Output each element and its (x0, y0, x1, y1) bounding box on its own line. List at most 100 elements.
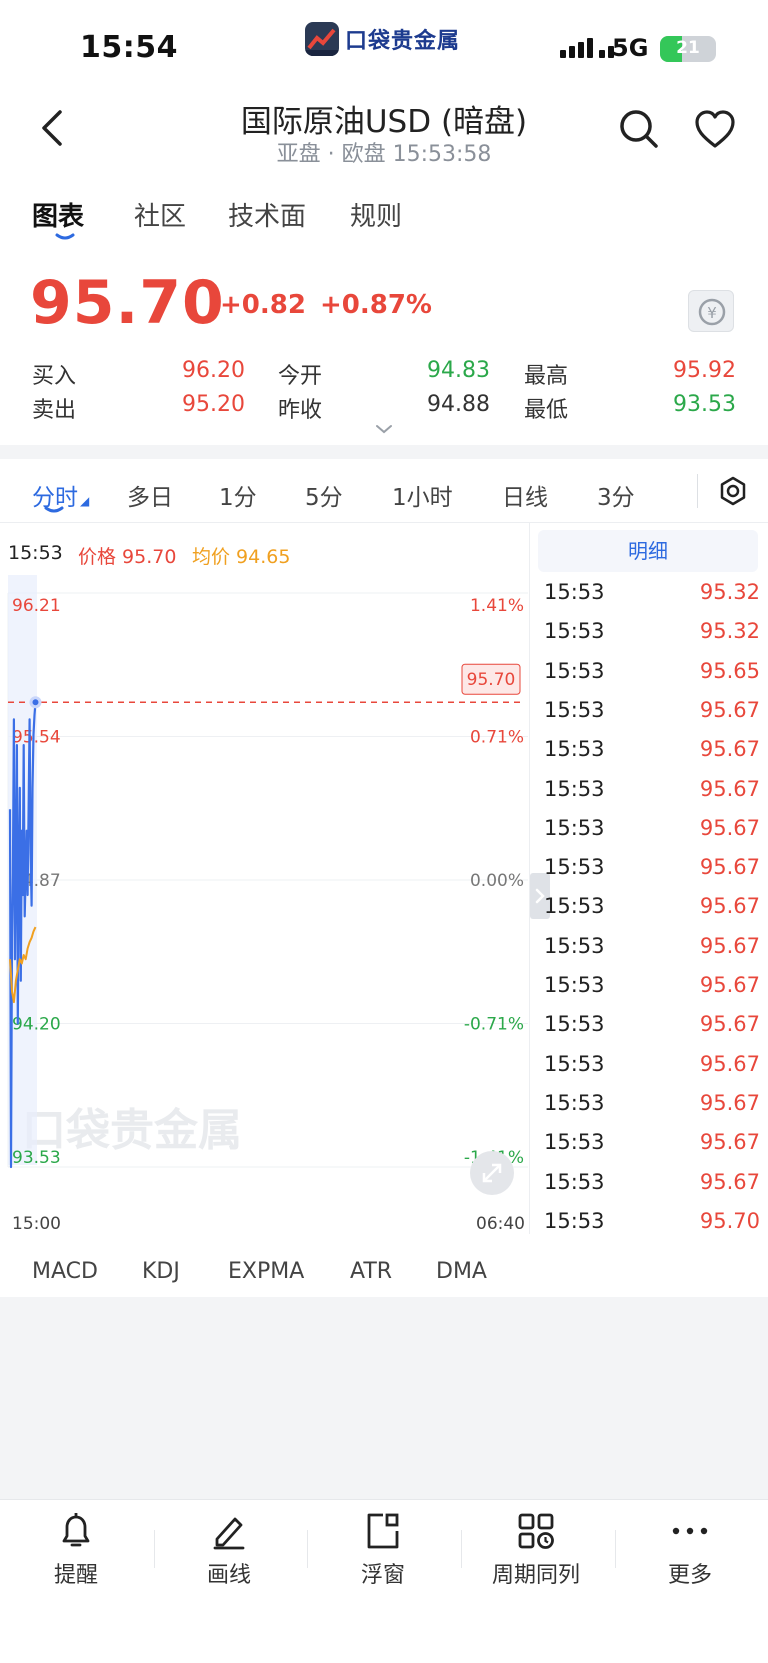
trade-time: 15:53 (544, 658, 605, 683)
trade-price: 95.67 (699, 973, 760, 997)
period-tab-3min[interactable]: 3分 (597, 478, 635, 512)
status-time: 15:54 (80, 30, 178, 65)
trade-price: 95.67 (699, 855, 760, 880)
tab-community[interactable]: 社区 (134, 196, 186, 233)
period-tab-5min[interactable]: 5分 (305, 478, 343, 512)
trade-price: 95.32 (699, 619, 760, 644)
period-tabs-divider (697, 474, 698, 508)
trade-time: 15:53 (544, 1169, 605, 1194)
trade-price: 95.67 (699, 1169, 760, 1194)
trade-row: 15:53 95.67 (544, 973, 760, 1012)
y-tick-right: 0.00% (470, 871, 524, 891)
last-price-dot (29, 696, 42, 709)
alert-label: 提醒 (53, 1563, 98, 1588)
last-price: 95.70 (30, 268, 225, 338)
open-label: 今开 (278, 364, 323, 389)
y-tick-right: 1.41% (470, 596, 524, 616)
trade-time: 15:53 (544, 855, 605, 880)
trade-price: 95.32 (699, 580, 760, 604)
bell-icon (62, 1513, 90, 1547)
trade-price: 95.67 (699, 815, 760, 840)
heart-icon (695, 110, 735, 148)
indicator-expma[interactable]: EXPMA (228, 1259, 304, 1284)
trade-row: 15:53 95.32 (544, 619, 760, 658)
high-label: 最高 (524, 364, 569, 389)
trade-row: 15:53 95.67 (544, 777, 760, 816)
currency-convert-button[interactable]: ¥ (688, 290, 734, 332)
intraday-chart[interactable]: 口袋贵金属 96.2195.5494.8794.2093.53 1.41%0.7… (0, 575, 530, 1240)
indicator-atr[interactable]: ATR (350, 1259, 392, 1284)
more-button[interactable]: 更多 (630, 1511, 750, 1589)
app-logo: 口袋贵金属 (305, 22, 460, 56)
prev-close-value: 94.88 (427, 392, 490, 417)
trade-price: 95.67 (699, 1051, 760, 1076)
draw-line-button[interactable]: 画线 (169, 1511, 289, 1589)
trade-price: 95.70 (699, 1208, 760, 1233)
trade-row: 15:53 95.67 (544, 1052, 760, 1091)
y-tick-left: 95.54 (12, 728, 61, 748)
trade-time: 15:53 (544, 933, 605, 958)
trade-price: 95.67 (699, 1012, 760, 1037)
sell-value: 95.20 (182, 392, 245, 417)
grid-clock-icon (518, 1513, 554, 1549)
y-tick-right: 0.71% (470, 728, 524, 748)
trade-row: 15:53 95.67 (544, 1170, 760, 1209)
tab-rules[interactable]: 规则 (350, 196, 402, 233)
trade-time: 15:53 (544, 894, 605, 919)
detail-header-tab[interactable]: 明细 (538, 530, 758, 572)
crosshair-avg-price: 均价 94.65 (192, 546, 291, 568)
alert-button[interactable]: 提醒 (16, 1511, 136, 1589)
toolbar-divider (154, 1530, 155, 1568)
caret-down-icon: ◢ (80, 494, 90, 508)
period-tab-multiday[interactable]: 多日 (127, 478, 173, 512)
indicator-dma[interactable]: DMA (436, 1259, 487, 1284)
pencil-icon (213, 1517, 245, 1550)
favorite-button[interactable] (694, 110, 736, 150)
tab-chart[interactable]: 图表 (32, 196, 84, 233)
trade-time: 15:53 (544, 973, 605, 997)
chart-settings-button[interactable] (718, 476, 748, 506)
buy-label: 买入 (32, 364, 77, 389)
signal-icon (560, 38, 614, 58)
indicator-kdj[interactable]: KDJ (142, 1259, 180, 1284)
section-divider (0, 445, 768, 459)
period-tab-daily[interactable]: 日线 (502, 478, 548, 512)
trade-price: 95.67 (699, 1130, 760, 1155)
float-window-button[interactable]: 浮窗 (323, 1511, 443, 1589)
period-tab-1hour[interactable]: 1小时 (392, 478, 453, 512)
trade-price: 95.67 (699, 1090, 760, 1115)
period-compare-button[interactable]: 周期同列 (476, 1511, 596, 1589)
trade-row: 15:53 95.67 (544, 1091, 760, 1130)
crosshair-time: 15:53 (8, 542, 63, 564)
trade-price: 95.65 (699, 658, 760, 683)
y-tick-left: 96.21 (12, 596, 61, 616)
logo-mark-icon (305, 22, 339, 56)
sell-label: 卖出 (32, 398, 77, 423)
buy-value: 96.20 (182, 358, 245, 383)
open-value: 94.83 (427, 358, 490, 383)
trade-price: 95.67 (699, 737, 760, 762)
trade-time: 15:53 (544, 1208, 605, 1233)
indicator-macd[interactable]: MACD (32, 1259, 98, 1284)
chart-grid (7, 592, 528, 1168)
period-tab-1min[interactable]: 1分 (219, 478, 257, 512)
current-price-tag-label: 95.70 (467, 670, 516, 690)
trade-row: 15:53 95.32 (544, 580, 760, 619)
fullscreen-button[interactable] (470, 1151, 514, 1195)
period-active-indicator (44, 506, 64, 513)
trade-time: 15:53 (544, 815, 605, 840)
trade-row: 15:53 95.67 (544, 816, 760, 855)
low-value: 93.53 (673, 392, 736, 417)
trade-time: 15:53 (544, 697, 605, 722)
trade-row: 15:53 95.67 (544, 737, 760, 776)
trade-row: 15:53 95.67 (544, 855, 760, 894)
y-tick-left: 93.53 (12, 1148, 61, 1168)
price-change: +0.82 (220, 290, 306, 320)
search-button[interactable] (618, 108, 660, 150)
y-tick-left: 94.20 (12, 1015, 61, 1035)
chevron-down-icon[interactable] (375, 424, 393, 434)
more-dots-icon (672, 1527, 708, 1535)
trade-row: 15:53 95.65 (544, 659, 760, 698)
toolbar-divider (307, 1530, 308, 1568)
tab-technical[interactable]: 技术面 (228, 196, 306, 233)
